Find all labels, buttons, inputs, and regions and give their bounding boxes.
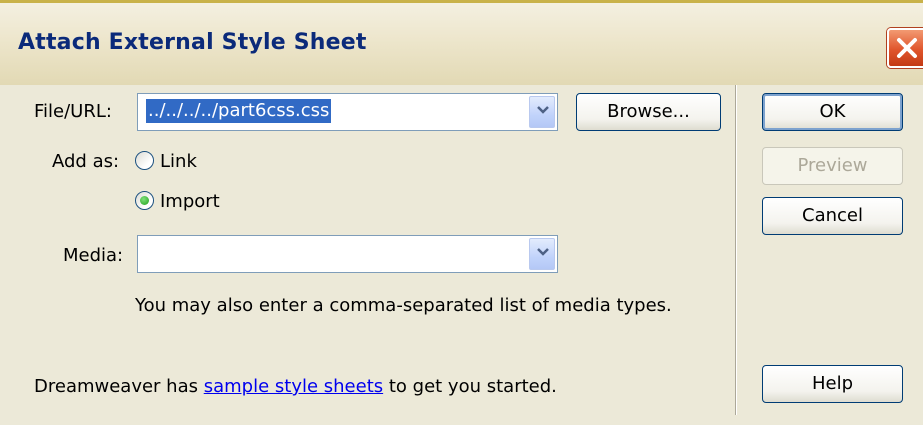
radio-selected-dot (140, 196, 149, 205)
file-url-combobox[interactable]: ../../../../part6css.css (137, 93, 558, 131)
link-radio-label[interactable]: Link (160, 151, 197, 172)
file-url-label: File/URL: (34, 101, 112, 122)
close-button[interactable] (887, 28, 923, 68)
file-url-dropdown-button[interactable] (529, 96, 555, 128)
title-bar: Attach External Style Sheet (0, 0, 923, 85)
dialog-body: File/URL: ../../../../part6css.css Brows… (0, 85, 923, 425)
media-combobox[interactable] (137, 235, 558, 273)
cancel-button[interactable]: Cancel (762, 197, 903, 235)
close-icon (897, 38, 917, 58)
browse-button[interactable]: Browse... (576, 93, 721, 131)
media-dropdown-button[interactable] (529, 238, 555, 270)
import-radio[interactable] (135, 191, 154, 210)
ok-button[interactable]: OK (762, 93, 903, 131)
import-radio-label[interactable]: Import (160, 191, 220, 212)
preview-button[interactable]: Preview (762, 147, 903, 185)
dialog-title: Attach External Style Sheet (18, 30, 367, 55)
help-button[interactable]: Help (762, 365, 903, 403)
media-hint: You may also enter a comma-separated lis… (135, 295, 672, 316)
sample-style-sheets-link[interactable]: sample style sheets (204, 376, 383, 397)
vertical-divider (735, 85, 737, 415)
chevron-down-icon (537, 106, 549, 114)
link-radio[interactable] (135, 151, 154, 170)
media-label: Media: (63, 245, 124, 266)
add-as-label: Add as: (52, 151, 120, 172)
footer-text: Dreamweaver has sample style sheets to g… (34, 376, 557, 397)
footer-prefix: Dreamweaver has (34, 376, 204, 397)
file-url-value[interactable]: ../../../../part6css.css (146, 99, 332, 123)
footer-suffix: to get you started. (383, 376, 557, 397)
chevron-down-icon (537, 248, 549, 256)
